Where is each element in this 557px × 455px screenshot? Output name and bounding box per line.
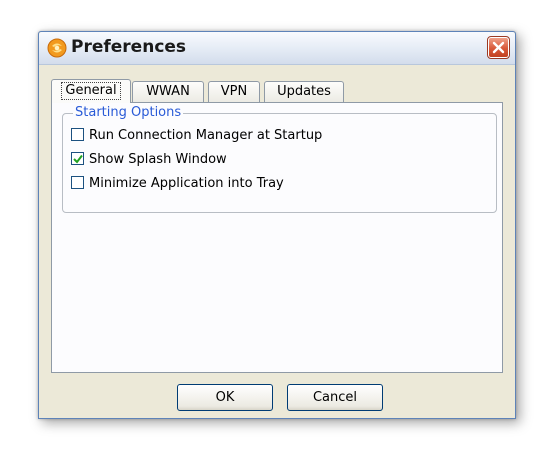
checkbox-show-splash[interactable] bbox=[71, 152, 84, 165]
option-run-at-startup[interactable]: Run Connection Manager at Startup bbox=[71, 127, 322, 145]
checkbox-run-at-startup[interactable] bbox=[71, 128, 84, 141]
cancel-button[interactable]: Cancel bbox=[287, 384, 383, 411]
tab-vpn[interactable]: VPN bbox=[208, 81, 260, 102]
checkmark-icon bbox=[73, 154, 83, 164]
tab-wwan-label: WWAN bbox=[146, 84, 190, 99]
tab-wwan[interactable]: WWAN bbox=[132, 81, 204, 102]
option-label: Show Splash Window bbox=[89, 152, 227, 167]
group-label: Starting Options bbox=[73, 105, 184, 120]
tab-vpn-label: VPN bbox=[220, 84, 248, 99]
option-show-splash[interactable]: Show Splash Window bbox=[71, 151, 227, 169]
option-minimize-to-tray[interactable]: Minimize Application into Tray bbox=[71, 175, 284, 193]
tab-updates-label: Updates bbox=[277, 84, 331, 99]
app-logo-icon bbox=[47, 38, 67, 58]
title-bar[interactable]: Preferences bbox=[39, 32, 515, 65]
tab-general[interactable]: General bbox=[51, 79, 131, 103]
preferences-dialog: Preferences General WWAN VPN Updates Sta… bbox=[38, 31, 516, 419]
close-icon bbox=[492, 41, 505, 54]
tab-updates[interactable]: Updates bbox=[264, 81, 344, 102]
dialog-title: Preferences bbox=[71, 37, 187, 57]
option-label: Run Connection Manager at Startup bbox=[89, 128, 323, 143]
tab-general-label: General bbox=[61, 82, 121, 100]
option-label: Minimize Application into Tray bbox=[89, 176, 284, 191]
close-button[interactable] bbox=[487, 36, 510, 59]
starting-options-group: Starting Options Run Connection Manager … bbox=[62, 105, 497, 213]
ok-button[interactable]: OK bbox=[177, 384, 273, 411]
checkbox-minimize-to-tray[interactable] bbox=[71, 176, 84, 189]
tab-panel-general: Starting Options Run Connection Manager … bbox=[51, 102, 503, 373]
